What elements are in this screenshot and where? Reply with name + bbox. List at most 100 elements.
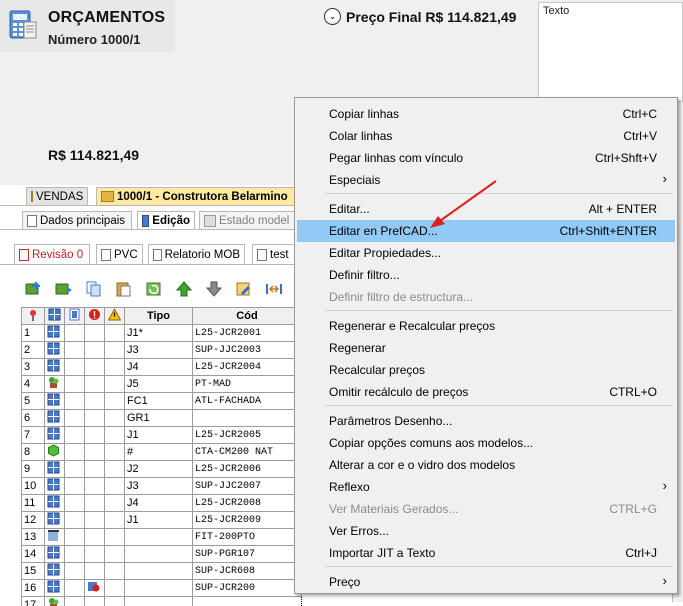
menu-item-editar-en-prefcad[interactable]: Editar en PrefCAD... Ctrl+Shift+ENTER — [297, 220, 675, 242]
codigo-cell[interactable]: L25-JCR2009 — [192, 511, 302, 529]
table-row[interactable]: 17 — [21, 596, 302, 606]
error-icon[interactable] — [84, 307, 105, 325]
tab-revisao-0[interactable]: Revisão 0 — [14, 244, 90, 264]
texto-panel[interactable]: Texto — [538, 2, 683, 102]
menu-item-copiar-linhas[interactable]: Copiar linhas Ctrl+C — [297, 103, 675, 125]
table-row[interactable]: 16 SUP-JCR200 — [21, 579, 302, 597]
tab-test[interactable]: test — [252, 244, 296, 264]
codigo-cell[interactable]: ATL-FACHADA — [192, 392, 302, 410]
column-header-tipo[interactable]: Tipo — [124, 307, 193, 325]
move-up-icon[interactable] — [172, 279, 196, 299]
table-row[interactable]: 15 SUP-JCR608 — [21, 562, 302, 580]
codigo-cell[interactable]: SUP-JJC2003 — [192, 341, 302, 359]
menu-item-definir-filtro[interactable]: Definir filtro... — [297, 264, 675, 286]
codigo-cell[interactable]: PT-MAD — [192, 375, 302, 393]
menu-item-omitir-recalculo-de-precos[interactable]: Omitir recálculo de preços CTRL+O — [297, 381, 675, 403]
table-row[interactable]: 13 FIT-200PTO — [21, 528, 302, 546]
tipo-cell[interactable]: GR1 — [124, 409, 193, 427]
copy-icon[interactable] — [82, 279, 106, 299]
tipo-cell[interactable]: J2 — [124, 460, 193, 478]
table-row[interactable]: 14 SUP-PGR107 — [21, 545, 302, 563]
tab-edicao[interactable]: Edição — [137, 211, 195, 229]
table-row[interactable]: 6 GR1 — [21, 409, 302, 427]
document-icon[interactable] — [64, 307, 85, 325]
tab-dados-principais[interactable]: Dados principais — [22, 211, 132, 229]
tipo-cell[interactable] — [124, 596, 193, 606]
codigo-cell[interactable]: SUP-JCR608 — [192, 562, 302, 580]
tipo-cell[interactable]: J1* — [124, 324, 193, 342]
tipo-cell[interactable]: J3 — [124, 341, 193, 359]
menu-item-preco[interactable]: Preço › — [297, 571, 675, 593]
tipo-cell[interactable]: # — [124, 443, 193, 461]
tipo-cell[interactable]: J5 — [124, 375, 193, 393]
menu-item-editar-propiedades[interactable]: Editar Propiedades... — [297, 242, 675, 264]
menu-item-regenerar[interactable]: Regenerar — [297, 337, 675, 359]
codigo-cell[interactable] — [192, 409, 302, 427]
tipo-cell[interactable]: J4 — [124, 494, 193, 512]
table-row[interactable]: 2 J3 SUP-JJC2003 — [21, 341, 302, 359]
menu-item-ver-erros[interactable]: Ver Erros... — [297, 520, 675, 542]
codigo-cell[interactable]: L25-JCR2004 — [192, 358, 302, 376]
menu-item-importar-jit-a-texto[interactable]: Importar JIT a Texto Ctrl+J — [297, 542, 675, 564]
tipo-cell[interactable] — [124, 562, 193, 580]
add-row-icon[interactable] — [22, 279, 46, 299]
table-row[interactable]: 10 J3 SUP-JJC2007 — [21, 477, 302, 495]
codigo-cell[interactable]: L25-JCR2006 — [192, 460, 302, 478]
codigo-cell[interactable]: L25-JCR2001 — [192, 324, 302, 342]
table-row[interactable]: 3 J4 L25-JCR2004 — [21, 358, 302, 376]
window-icon[interactable] — [44, 307, 65, 325]
move-down-icon[interactable] — [202, 279, 226, 299]
insert-row-icon[interactable] — [52, 279, 76, 299]
pin-icon[interactable] — [21, 307, 45, 325]
menu-item-especiais[interactable]: Especiais › — [297, 169, 675, 191]
menu-item-colar-linhas[interactable]: Colar linhas Ctrl+V — [297, 125, 675, 147]
edit-icon[interactable] — [232, 279, 256, 299]
codigo-cell[interactable]: L25-JCR2008 — [192, 494, 302, 512]
tab-estado-modelos[interactable]: Estado model — [199, 211, 296, 229]
table-row[interactable]: 7 J1 L25-JCR2005 — [21, 426, 302, 444]
tab-relatorio-mob[interactable]: Relatorio MOB — [148, 244, 245, 264]
codigo-cell[interactable]: FIT-200PTO — [192, 528, 302, 546]
paste-icon[interactable] — [112, 279, 136, 299]
tipo-cell[interactable] — [124, 545, 193, 563]
codigo-cell[interactable]: SUP-PGR107 — [192, 545, 302, 563]
tipo-cell[interactable]: J4 — [124, 358, 193, 376]
chevron-down-icon[interactable]: ⌄ — [324, 8, 341, 25]
table-row[interactable]: 11 J4 L25-JCR2008 — [21, 494, 302, 512]
table-row[interactable]: 8 # CTA-CM200 NAT — [21, 443, 302, 461]
menu-item-regenerar-e-recalcular-precos[interactable]: Regenerar e Recalcular preços — [297, 315, 675, 337]
menu-item-ver-materiais-gerados[interactable]: Ver Materiais Gerados... CTRL+G — [297, 498, 675, 520]
tab-vendas[interactable]: VENDAS — [26, 187, 88, 205]
menu-item-reflexo[interactable]: Reflexo › — [297, 476, 675, 498]
menu-item-pegar-linhas-com-vinculo[interactable]: Pegar linhas com vínculo Ctrl+Shft+V — [297, 147, 675, 169]
menu-item-editar[interactable]: Editar... Alt + ENTER — [297, 198, 675, 220]
codigo-cell[interactable]: CTA-CM200 NAT — [192, 443, 302, 461]
table-row[interactable]: 12 J1 L25-JCR2009 — [21, 511, 302, 529]
lines-grid[interactable]: Tipo Cód 1 J1* L25-JCR2001 2 J3 SUP-JJC2003 3 J… — [21, 307, 302, 606]
tipo-cell[interactable]: J1 — [124, 426, 193, 444]
warning-icon[interactable] — [104, 307, 125, 325]
tipo-cell[interactable] — [124, 528, 193, 546]
table-row[interactable]: 9 J2 L25-JCR2006 — [21, 460, 302, 478]
refresh-icon[interactable] — [142, 279, 166, 299]
menu-item-parametros-desenho[interactable]: Parâmetros Desenho... — [297, 410, 675, 432]
codigo-cell[interactable]: L25-JCR2005 — [192, 426, 302, 444]
split-icon[interactable] — [262, 279, 286, 299]
column-header-codigo[interactable]: Cód — [192, 307, 302, 325]
codigo-cell[interactable] — [192, 596, 302, 606]
tab-budget-1000[interactable]: 1000/1 - Construtora Belarmino — [96, 187, 296, 205]
table-row[interactable]: 1 J1* L25-JCR2001 — [21, 324, 302, 342]
tipo-cell[interactable]: FC1 — [124, 392, 193, 410]
menu-item-recalcular-precos[interactable]: Recalcular preços — [297, 359, 675, 381]
tipo-cell[interactable]: J3 — [124, 477, 193, 495]
menu-item-copiar-opcoes-comuns-aos-modelos[interactable]: Copiar opções comuns aos modelos... — [297, 432, 675, 454]
table-row[interactable]: 5 FC1 ATL-FACHADA — [21, 392, 302, 410]
codigo-cell[interactable]: SUP-JCR200 — [192, 579, 302, 597]
menu-item-definir-filtro-de-estructura[interactable]: Definir filtro de estructura... — [297, 286, 675, 308]
tab-pvc[interactable]: PVC — [96, 244, 143, 264]
table-row[interactable]: 4 J5 PT-MAD — [21, 375, 302, 393]
tipo-cell[interactable]: J1 — [124, 511, 193, 529]
codigo-cell[interactable]: SUP-JJC2007 — [192, 477, 302, 495]
menu-item-alterar-a-cor-e-o-vidro-dos-modelos[interactable]: Alterar a cor e o vidro dos modelos — [297, 454, 675, 476]
tipo-cell[interactable] — [124, 579, 193, 597]
